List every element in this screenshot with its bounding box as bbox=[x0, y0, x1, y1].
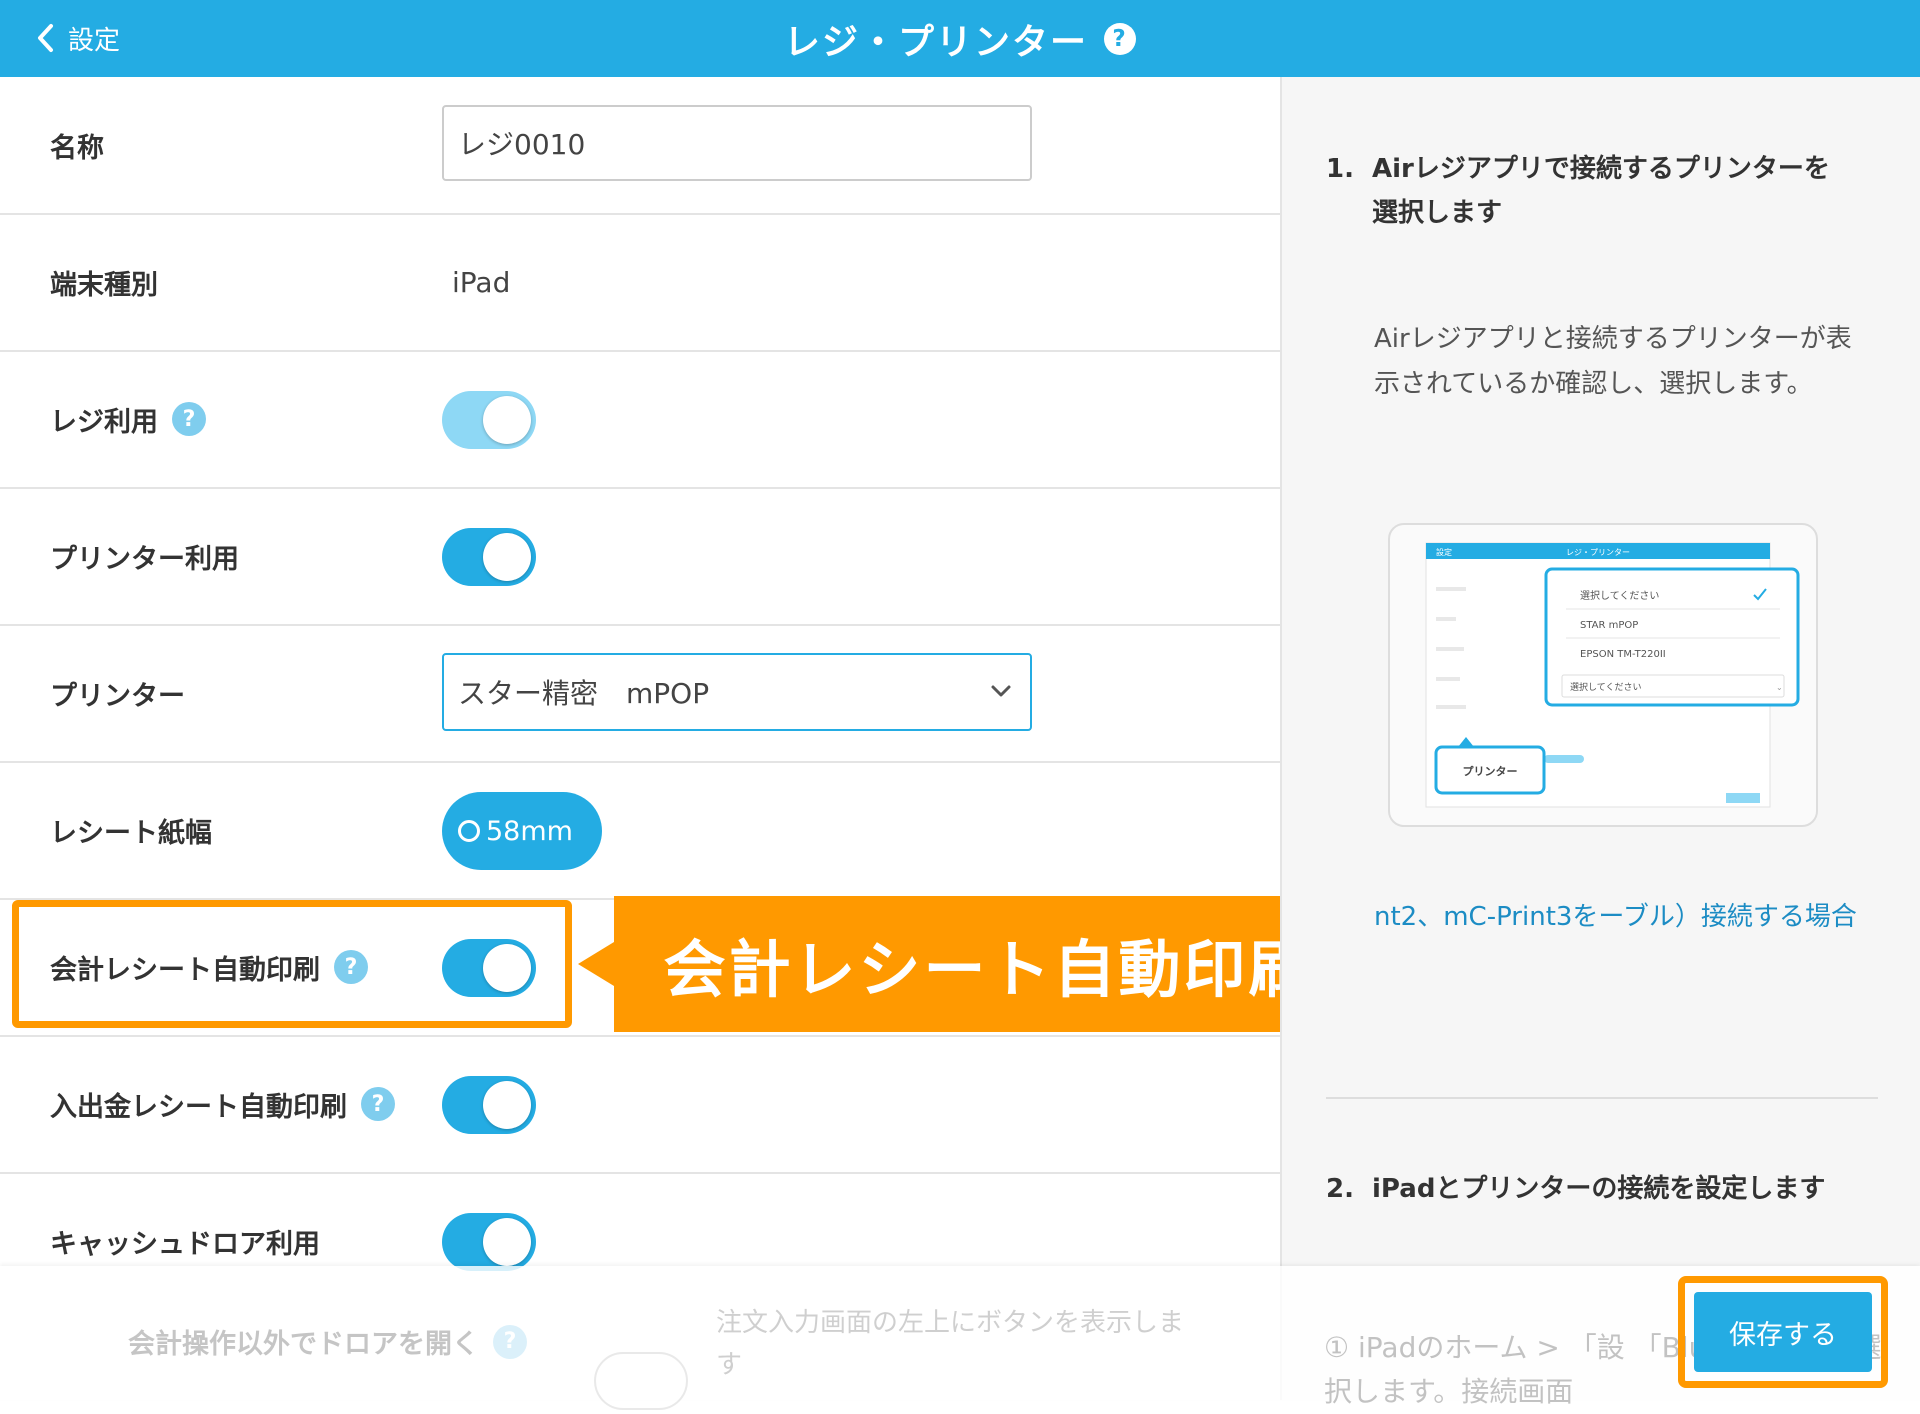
receipt-width-label: レシート紙幅 bbox=[50, 817, 212, 849]
register-use-label-text: レジ利用 bbox=[50, 406, 158, 438]
auto-print-cash-toggle[interactable] bbox=[442, 1076, 536, 1134]
row-name: 名称 bbox=[0, 77, 1280, 215]
section-divider bbox=[1326, 1097, 1878, 1099]
illus-printer-label: プリンター bbox=[1463, 764, 1518, 778]
open-drawer-toggle[interactable] bbox=[594, 1352, 688, 1410]
row-register-use: レジ利用 ? bbox=[0, 351, 1280, 489]
step2-title-text: iPadとプリンターの接続を設定します bbox=[1372, 1174, 1826, 1204]
register-use-label: レジ利用 ? bbox=[50, 351, 206, 487]
toggle-knob bbox=[483, 533, 531, 581]
illus-option-2: STAR mPOP bbox=[1580, 620, 1638, 631]
chevron-down-icon bbox=[991, 685, 1011, 697]
step2-title: 2. iPadとプリンターの接続を設定します bbox=[1326, 1167, 1846, 1211]
illus-option-3: EPSON TM-T220II bbox=[1580, 649, 1666, 660]
settings-form: 名称 端末種別 iPad レジ利用 ? プリンター利用 プリンター スター精密 … bbox=[0, 77, 1280, 1400]
chevron-down-icon: ⌄ bbox=[1776, 683, 1783, 692]
illus-select-field: 選択してください bbox=[1570, 681, 1641, 693]
device-type-label: 端末種別 bbox=[50, 269, 158, 301]
page-title: レジ・プリンター ? bbox=[0, 0, 1920, 77]
open-drawer-label: 会計操作以外でドロアを開く ? bbox=[128, 1322, 527, 1361]
receipt-width-option[interactable]: 58mm bbox=[442, 792, 602, 870]
register-use-toggle bbox=[442, 391, 536, 449]
connection-guide-link[interactable]: nt2、mC-Print3をーブル）接続する場合 bbox=[1374, 895, 1904, 940]
printer-label: プリンター bbox=[50, 680, 185, 712]
toggle-knob bbox=[483, 1218, 531, 1266]
name-input[interactable] bbox=[442, 105, 1032, 181]
page-title-text: レジ・プリンター bbox=[783, 21, 1088, 63]
highlight-frame bbox=[12, 900, 572, 1028]
cash-drawer-use-toggle[interactable] bbox=[442, 1213, 536, 1271]
printer-select[interactable]: スター精密 mPOP bbox=[442, 653, 1032, 731]
illustration-svg: 設定 レジ・プリンター 選択してください STAR mPOP EPSON TM-… bbox=[1425, 542, 1800, 808]
row-device-type: 端末種別 iPad bbox=[0, 214, 1280, 352]
help-icon[interactable]: ? bbox=[1104, 22, 1136, 55]
toggle-knob bbox=[483, 1081, 531, 1129]
callout-pointer bbox=[578, 942, 614, 986]
open-drawer-label-text: 会計操作以外でドロアを開く bbox=[128, 1329, 479, 1360]
illus-title: レジ・プリンター bbox=[1566, 548, 1630, 557]
printer-use-toggle[interactable] bbox=[442, 528, 536, 586]
toggle-knob bbox=[483, 396, 531, 444]
receipt-width-value: 58mm bbox=[486, 815, 573, 847]
step2-number: 2. bbox=[1326, 1174, 1354, 1204]
step1-title: 1. Airレジアプリで接続するプリンターを選択します bbox=[1326, 147, 1846, 235]
auto-print-cash-label-text: 入出金レシート自動印刷 bbox=[50, 1091, 347, 1123]
auto-print-cash-label: 入出金レシート自動印刷 ? bbox=[50, 1036, 395, 1172]
illus-back: 設定 bbox=[1436, 547, 1452, 557]
printer-select-illustration: 設定 レジ・プリンター 選択してください STAR mPOP EPSON TM-… bbox=[1388, 523, 1818, 827]
step1-title-text: Airレジアプリで接続するプリンターを選択します bbox=[1372, 154, 1830, 228]
printer-use-label: プリンター利用 bbox=[50, 543, 239, 575]
row-printer: プリンター スター精密 mPOP bbox=[0, 625, 1280, 763]
illus-option-1: 選択してください bbox=[1580, 589, 1659, 602]
row-receipt-width: レシート紙幅 58mm bbox=[0, 762, 1280, 900]
open-drawer-description: 注文入力画面の左上にボタンを表示しま す bbox=[716, 1308, 1185, 1380]
help-icon[interactable]: ? bbox=[493, 1324, 527, 1359]
radio-icon bbox=[458, 820, 480, 842]
row-auto-print-cash: 入出金レシート自動印刷 ? bbox=[0, 1036, 1280, 1174]
name-label: 名称 bbox=[50, 132, 104, 164]
guide-panel: 1. Airレジアプリで接続するプリンターを選択します Airレジアプリと接続す… bbox=[1280, 77, 1920, 1400]
help-icon[interactable]: ? bbox=[361, 1087, 395, 1121]
row-printer-use: プリンター利用 bbox=[0, 488, 1280, 626]
step1-number: 1. bbox=[1326, 154, 1354, 184]
help-icon[interactable]: ? bbox=[172, 402, 206, 436]
step1-body: Airレジアプリと接続するプリンターが表示されているか確認し、選択します。 bbox=[1374, 324, 1852, 399]
printer-select-value: スター精密 mPOP bbox=[458, 677, 710, 710]
save-button[interactable]: 保存する bbox=[1694, 1292, 1872, 1372]
device-type-value: iPad bbox=[452, 265, 511, 299]
header-bar: 設定 レジ・プリンター ? bbox=[0, 0, 1920, 77]
